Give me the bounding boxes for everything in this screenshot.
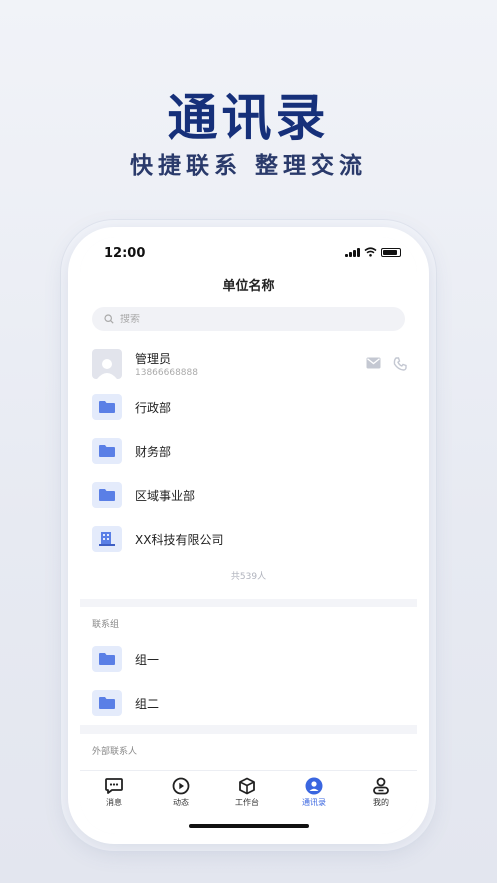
list-item[interactable]: 区域事业部: [80, 473, 417, 517]
play-circle-icon: [172, 777, 190, 795]
status-bar: 12:00: [80, 237, 417, 267]
bottom-tab-bar: 消息 动态 工作台 通讯录 我的: [80, 770, 417, 834]
person-icon: [373, 777, 389, 795]
list-item[interactable]: 组二: [80, 681, 417, 725]
chat-icon: [105, 778, 123, 794]
search-icon: [104, 314, 114, 324]
promo-subheadline: 快捷联系 整理交流: [129, 153, 367, 179]
status-time: 12:00: [104, 246, 146, 261]
list-item[interactable]: 财务部: [80, 429, 417, 473]
cube-icon: [239, 777, 255, 795]
tab-label: 我的: [373, 798, 389, 807]
home-indicator: [188, 824, 309, 828]
page-title: 单位名称: [80, 267, 417, 307]
building-icon: [99, 532, 115, 546]
tab-feed[interactable]: 动态: [155, 777, 207, 808]
tab-workbench[interactable]: 工作台: [221, 777, 273, 808]
phone-screen: 12:00 单位名称 搜索 管理员 13866668888 行政部 财务部 区域…: [80, 237, 417, 834]
tab-messages[interactable]: 消息: [88, 777, 140, 808]
groups-section: 联系组 组一 组二: [80, 607, 417, 725]
avatar: [92, 349, 122, 379]
list-item-label: 行政部: [135, 400, 172, 415]
signal-icon: [345, 247, 360, 257]
list-item-label: XX科技有限公司: [135, 532, 224, 547]
search-bar[interactable]: [92, 307, 405, 331]
section-title: 外部联系人: [92, 747, 138, 757]
search-input[interactable]: [120, 313, 320, 325]
list-item-label: 组二: [135, 696, 160, 711]
list-item[interactable]: XX科技有限公司: [80, 517, 417, 561]
admin-name: 管理员: [135, 352, 172, 366]
battery-icon: [381, 247, 401, 257]
contacts-icon: [305, 777, 323, 795]
list-item-label: 区域事业部: [135, 488, 196, 503]
tab-profile[interactable]: 我的: [355, 777, 407, 808]
list-item-label: 组一: [135, 652, 160, 667]
folder-icon: [99, 401, 115, 413]
folder-icon: [99, 697, 115, 709]
folder-icon: [99, 653, 115, 665]
admin-phone: 13866668888: [135, 368, 198, 378]
folder-icon: [99, 445, 115, 457]
wifi-icon: [364, 247, 377, 257]
section-title: 联系组: [92, 620, 120, 630]
person-silhouette-icon: [97, 359, 117, 379]
phone-call-icon[interactable]: [393, 357, 407, 371]
tab-label: 消息: [106, 798, 122, 807]
admin-row[interactable]: 管理员 13866668888: [80, 341, 417, 385]
member-count: 共539人: [230, 572, 267, 582]
list-item-label: 财务部: [135, 444, 172, 459]
phone-frame: 12:00 单位名称 搜索 管理员 13866668888 行政部 财务部 区域…: [68, 227, 429, 844]
list-item[interactable]: 组一: [80, 637, 417, 681]
folder-icon: [99, 489, 115, 501]
promo-headline: 通讯录: [167, 88, 330, 147]
tab-label: 动态: [173, 798, 189, 807]
tab-contacts[interactable]: 通讯录: [288, 777, 340, 808]
list-item[interactable]: 行政部: [80, 385, 417, 429]
tab-label: 通讯录: [302, 798, 326, 807]
org-list: 管理员 13866668888 行政部 财务部 区域事业部 XX科技有限公司 共…: [80, 341, 417, 599]
tab-label: 工作台: [235, 798, 259, 807]
mail-icon[interactable]: [366, 357, 381, 369]
